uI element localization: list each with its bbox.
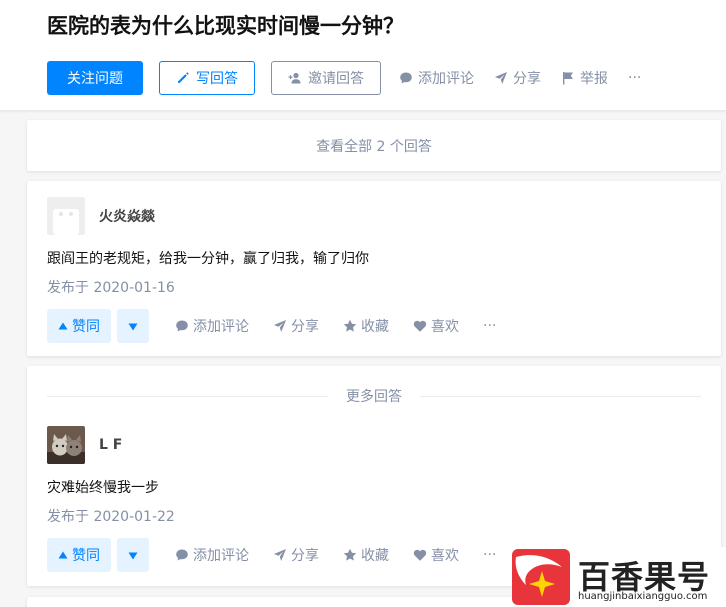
question-header: 医院的表为什么比现实时间慢一分钟？ 关注问题 写回答 邀请回答 添加评论 分享 — [0, 0, 726, 110]
flag-icon — [561, 71, 575, 85]
pencil-icon — [176, 71, 190, 85]
paper-plane-icon — [273, 319, 287, 333]
share-label: 分享 — [291, 319, 319, 335]
share-label: 分享 — [513, 71, 541, 87]
like-label: 喜欢 — [431, 548, 459, 564]
upvote-button[interactable]: 赞同 — [47, 538, 111, 572]
like-label: 喜欢 — [431, 319, 459, 335]
share-button[interactable]: 分享 — [494, 68, 541, 88]
brand-logo-icon — [512, 549, 570, 605]
more-options-button[interactable]: ··· — [483, 318, 496, 334]
more-answers-label: 更多回答 — [346, 389, 402, 405]
paper-plane-icon — [494, 71, 508, 85]
answer-item: 火炎焱燚 跟阎王的老规矩，给我一分钟，赢了归我，输了归你 发布于 2020-01… — [47, 197, 707, 343]
more-options-button[interactable]: ··· — [628, 70, 641, 86]
answer-author: L F — [47, 426, 707, 464]
comment-icon — [399, 71, 413, 85]
add-comment-label: 添加评论 — [418, 71, 474, 87]
watermark-url: huangjinbaixiangguo.com — [578, 591, 708, 602]
collect-button[interactable]: 收藏 — [343, 545, 389, 565]
divider-line — [420, 395, 701, 397]
star-icon — [343, 548, 357, 562]
publish-date[interactable]: 发布于 2020-01-22 — [47, 507, 707, 527]
triangle-up-icon — [58, 550, 68, 560]
star-icon — [343, 319, 357, 333]
share-button[interactable]: 分享 — [273, 545, 319, 565]
downvote-button[interactable] — [117, 309, 149, 343]
author-name[interactable]: 火炎焱燚 — [99, 206, 155, 226]
invite-answer-label: 邀请回答 — [308, 71, 364, 87]
triangle-down-icon — [128, 317, 138, 336]
add-comment-button[interactable]: 添加评论 — [175, 545, 249, 565]
share-button[interactable]: 分享 — [273, 316, 319, 336]
answer-author: 火炎焱燚 — [47, 197, 707, 235]
collect-label: 收藏 — [361, 319, 389, 335]
downvote-button[interactable] — [117, 538, 149, 572]
view-all-answers-link[interactable]: 查看全部 2 个回答 — [27, 120, 721, 171]
like-button[interactable]: 喜欢 — [413, 316, 459, 336]
add-comment-button[interactable]: 添加评论 — [399, 68, 474, 88]
share-label: 分享 — [291, 548, 319, 564]
avatar[interactable] — [47, 197, 85, 235]
add-user-icon — [288, 71, 302, 85]
avatar[interactable] — [47, 426, 85, 464]
follow-question-button[interactable]: 关注问题 — [47, 61, 143, 95]
invite-answer-button[interactable]: 邀请回答 — [271, 61, 381, 95]
heart-icon — [413, 548, 427, 562]
triangle-up-icon — [58, 321, 68, 331]
write-answer-label: 写回答 — [196, 71, 238, 87]
add-comment-label: 添加评论 — [193, 319, 249, 335]
heart-icon — [413, 319, 427, 333]
upvote-label: 赞同 — [72, 319, 100, 335]
add-comment-label: 添加评论 — [193, 548, 249, 564]
like-button[interactable]: 喜欢 — [413, 545, 459, 565]
paper-plane-icon — [273, 548, 287, 562]
upvote-button[interactable]: 赞同 — [47, 309, 111, 343]
report-button[interactable]: 举报 — [561, 68, 608, 88]
publish-date[interactable]: 发布于 2020-01-16 — [47, 278, 707, 298]
more-options-button[interactable]: ··· — [483, 547, 496, 563]
answer-card: 火炎焱燚 跟阎王的老规矩，给我一分钟，赢了归我，输了归你 发布于 2020-01… — [27, 181, 721, 356]
write-answer-button[interactable]: 写回答 — [159, 61, 255, 95]
answer-content: 灾难始终慢我一步 — [47, 480, 159, 496]
divider-line — [47, 395, 328, 397]
answer-content: 跟阎王的老规矩，给我一分钟，赢了归我，输了归你 — [47, 251, 369, 267]
author-name[interactable]: L F — [99, 437, 122, 453]
comment-icon — [175, 319, 189, 333]
more-answers-divider: 更多回答 — [47, 386, 701, 406]
question-actions: 关注问题 写回答 邀请回答 添加评论 分享 举报 ··· — [47, 61, 641, 95]
comment-icon — [175, 548, 189, 562]
question-title: 医院的表为什么比现实时间慢一分钟？ — [47, 14, 404, 38]
add-comment-button[interactable]: 添加评论 — [175, 316, 249, 336]
collect-button[interactable]: 收藏 — [343, 316, 389, 336]
watermark: 百香果号 huangjinbaixiangguo.com — [512, 547, 726, 607]
answer-actions: 赞同 添加评论 分享 收藏 喜欢 ··· — [47, 309, 707, 343]
report-label: 举报 — [580, 71, 608, 87]
upvote-label: 赞同 — [72, 548, 100, 564]
collect-label: 收藏 — [361, 548, 389, 564]
triangle-down-icon — [128, 546, 138, 565]
